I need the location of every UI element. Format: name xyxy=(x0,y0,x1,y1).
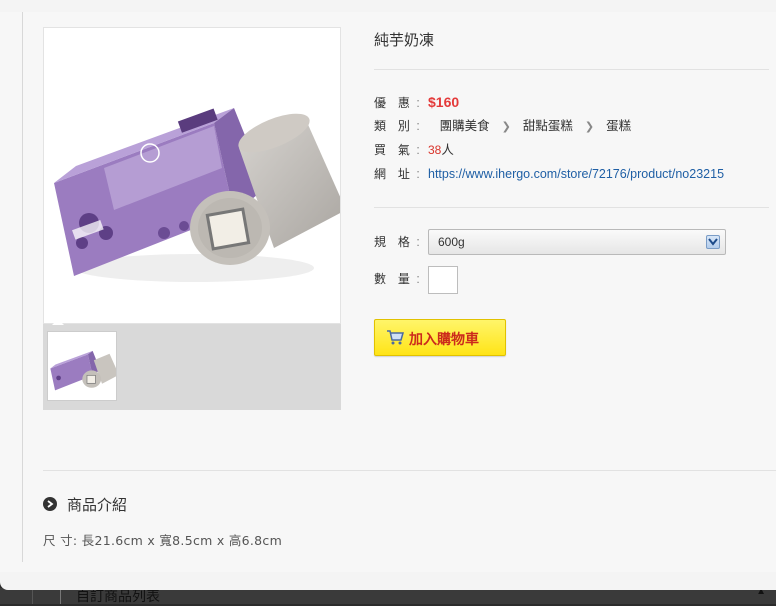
colon: : xyxy=(416,271,420,286)
popularity-unit: 人 xyxy=(441,142,454,157)
product-photo-illustration xyxy=(54,108,340,282)
category-link-group-buy[interactable]: 團購美食 xyxy=(440,118,490,133)
category-link-dessert-cake[interactable]: 甜點蛋糕 xyxy=(523,118,573,133)
price-value: $160 xyxy=(428,94,460,110)
qty-row-label: 數 量: xyxy=(374,269,428,289)
colon: : xyxy=(416,142,420,157)
add-to-cart-button[interactable]: 加入購物車 xyxy=(374,319,506,356)
spec-row-label: 規 格: xyxy=(374,232,428,252)
qty-label: 數 量 xyxy=(374,272,414,286)
popularity-count: 38 xyxy=(428,143,442,157)
price-row: 優 惠: $160 xyxy=(374,92,459,112)
product-main-image[interactable] xyxy=(43,27,341,324)
product-thumbnail[interactable] xyxy=(47,331,117,401)
add-to-cart-label: 加入購物車 xyxy=(409,332,479,348)
colon: : xyxy=(416,166,420,181)
product-modal: 純芋奶凍 優 惠: $160 類 別: 團購美食 ❯ 甜點蛋糕 ❯ 蛋糕 買 氣:38人 … xyxy=(0,0,776,590)
spec-label: 規 格 xyxy=(374,235,414,249)
thumbnail-pointer xyxy=(52,319,64,325)
price-label: 優 惠 xyxy=(374,96,414,110)
backdrop-divider xyxy=(32,588,33,604)
product-size-text: 尺 寸: 長21.6cm x 寬8.5cm x 高6.8cm xyxy=(43,533,283,548)
modal-left-border xyxy=(22,12,23,562)
popularity-label: 買 氣 xyxy=(374,143,414,157)
category-link-cake[interactable]: 蛋糕 xyxy=(606,118,631,133)
colon: : xyxy=(416,118,420,133)
chevron-right-icon: ❯ xyxy=(501,121,511,133)
colon: : xyxy=(416,234,420,249)
quantity-input[interactable] xyxy=(428,266,458,294)
title-divider xyxy=(374,69,769,70)
colon: : xyxy=(416,95,420,110)
chevron-right-icon: ❯ xyxy=(584,121,595,133)
dropdown-arrow-icon[interactable] xyxy=(706,235,720,249)
spec-select-value: 600g xyxy=(438,235,465,249)
section-divider xyxy=(43,470,776,471)
url-row: 網 址: https://www.ihergo.com/store/72176/p… xyxy=(374,164,748,184)
product-title: 純芋奶凍 xyxy=(374,31,435,49)
url-label: 網 址 xyxy=(374,167,414,181)
info-divider xyxy=(374,207,769,208)
description-title: 商品介紹 xyxy=(67,496,128,514)
backdrop-divider xyxy=(60,588,61,604)
thumbnail-photo xyxy=(50,350,116,391)
cart-icon xyxy=(386,329,404,350)
spec-select[interactable]: 600g xyxy=(428,229,726,255)
category-label: 類 別 xyxy=(374,119,414,133)
product-url-link[interactable]: https://www.ihergo.com/store/72176/produ… xyxy=(428,164,748,184)
category-row: 類 別: 團購美食 ❯ 甜點蛋糕 ❯ 蛋糕 xyxy=(374,116,631,136)
circle-arrow-icon xyxy=(43,497,57,511)
popularity-row: 買 氣:38人 xyxy=(374,140,454,160)
